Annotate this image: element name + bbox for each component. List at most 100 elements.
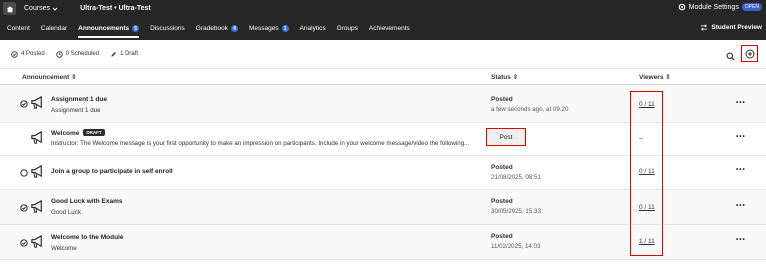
viewers-count[interactable]: 1 / 11 — [639, 238, 655, 245]
tab-label: Calendar — [40, 25, 68, 32]
clock-icon — [55, 50, 63, 58]
megaphone-icon — [31, 95, 42, 109]
more-options-button[interactable]: ••• — [736, 202, 746, 209]
sort-icon: ⇕ — [512, 74, 519, 81]
tab-label: Gradebook — [195, 25, 228, 32]
tab-messages[interactable]: Messages 1 — [249, 17, 289, 40]
add-announcement-button[interactable] — [741, 45, 758, 62]
tab-label: Groups — [336, 25, 358, 32]
viewers-count[interactable]: 0 / 11 — [639, 204, 655, 211]
announcement-title[interactable]: Welcome — [51, 130, 79, 137]
announcement-title[interactable]: Assignment 1 due — [51, 96, 107, 103]
posted-count: 4 Posted — [21, 51, 45, 57]
module-settings-label: Module Settings — [688, 3, 739, 11]
tab-content[interactable]: Content — [7, 17, 30, 40]
tab-label: Analytics — [299, 25, 326, 32]
announcement-preview: Welcome — [51, 245, 77, 252]
plus-circle-icon — [745, 49, 754, 58]
status-text: Posted — [491, 198, 513, 205]
status-date: 30/05/2025, 15:33 — [491, 208, 541, 215]
status-text: Posted — [491, 233, 513, 240]
tab-count-badge: 5 — [132, 25, 140, 32]
top-bar: Courses Ultra-Test • Ultra-Test Module S… — [0, 0, 766, 17]
tab-groups[interactable]: Groups — [337, 17, 358, 40]
search-button[interactable] — [726, 48, 735, 66]
column-label: Announcement — [22, 74, 70, 81]
courses-dropdown[interactable]: Courses — [24, 5, 58, 12]
draft-count: 1 Draft — [120, 51, 139, 57]
radio-icon[interactable] — [20, 169, 28, 177]
scheduled-count: 0 Scheduled — [65, 51, 100, 57]
column-label: Status — [491, 74, 511, 81]
sort-icon: ⇕ — [71, 74, 77, 81]
announcement-preview: Good Luck — [51, 209, 81, 216]
module-settings-button[interactable]: Module Settings OPEN — [678, 3, 762, 11]
megaphone-icon — [31, 130, 42, 144]
tab-label: Achievements — [368, 25, 410, 32]
megaphone-icon — [31, 234, 42, 248]
check-circle-icon — [11, 50, 18, 58]
home-button[interactable] — [3, 2, 16, 15]
posted-check-icon — [20, 204, 28, 212]
viewers-count[interactable]: 0 / 11 — [639, 168, 655, 175]
table-row[interactable]: Good Luck with Exams Good Luck Posted 30… — [0, 190, 766, 225]
chevron-down-icon — [52, 7, 58, 11]
tab-analytics[interactable]: Analytics — [300, 17, 326, 40]
announcement-title[interactable]: Welcome to the Module — [51, 234, 123, 241]
status-date: 21/08/2025, 08:51 — [491, 174, 541, 181]
swap-icon — [701, 24, 708, 31]
open-badge: OPEN — [741, 3, 762, 11]
table-header: Announcement ⇕ Status ⇕ Viewers ⇕ — [0, 69, 766, 85]
post-button-label: Post — [499, 133, 513, 141]
announcement-preview: Instructor: The Welcome message is your … — [51, 140, 470, 147]
tab-label: Content — [7, 25, 30, 32]
tab-label: Discussions — [150, 25, 185, 32]
student-preview-button[interactable]: Student Preview — [700, 24, 762, 31]
tab-discussions[interactable]: Discussions — [150, 17, 185, 40]
tab-label: Messages — [248, 25, 279, 32]
post-button[interactable]: Post — [486, 128, 526, 146]
course-nav: Content Calendar Announcements 5 Discussi… — [0, 17, 766, 40]
viewers-column-header[interactable]: Viewers ⇕ — [639, 73, 671, 81]
megaphone-icon — [31, 164, 42, 178]
tab-label: Announcements — [78, 25, 130, 32]
tab-count-badge: 4 — [230, 25, 238, 32]
status-date: a few seconds ago, at 09.20 — [491, 106, 569, 113]
column-label: Viewers — [639, 74, 664, 81]
announcement-stats: 4 Posted 0 Scheduled 1 Draft — [0, 40, 766, 69]
tab-calendar[interactable]: Calendar — [41, 17, 67, 40]
table-row[interactable]: Assignment 1 due Assignment 1 due Posted… — [0, 86, 766, 123]
megaphone-icon — [31, 199, 42, 213]
home-icon — [6, 5, 13, 12]
student-preview-label: Student Preview — [711, 24, 762, 31]
posted-check-icon — [20, 239, 28, 247]
scheduled-filter[interactable]: 0 Scheduled — [55, 50, 100, 58]
announcement-title[interactable]: Join a group to participate in self enro… — [51, 168, 173, 175]
status-text: Posted — [491, 164, 513, 171]
announcement-column-header[interactable]: Announcement ⇕ — [22, 73, 77, 81]
tab-count-badge: 1 — [281, 25, 289, 32]
status-date: 11/02/2025, 14:03 — [491, 243, 541, 250]
announcement-title[interactable]: Good Luck with Exams — [51, 198, 123, 205]
more-options-button[interactable]: ••• — [736, 133, 746, 140]
sort-icon: ⇕ — [665, 74, 671, 81]
draft-filter[interactable]: 1 Draft — [110, 51, 138, 58]
table-row[interactable]: Welcome DRAFT Instructor: The Welcome mes… — [0, 123, 766, 156]
table-row[interactable]: Join a group to participate in self enro… — [0, 156, 766, 190]
more-options-button[interactable]: ••• — [736, 99, 746, 106]
status-text: Posted — [491, 96, 513, 103]
announcement-preview: Assignment 1 due — [51, 107, 101, 114]
posted-filter[interactable]: 4 Posted — [11, 50, 45, 58]
courses-label: Courses — [24, 5, 51, 12]
viewers-count: -- — [639, 135, 644, 142]
tab-gradebook[interactable]: Gradebook 4 — [196, 17, 238, 40]
table-row[interactable]: Welcome to the Module Welcome Posted 11/… — [0, 225, 766, 260]
tab-announcements[interactable]: Announcements 5 — [78, 17, 140, 40]
more-options-button[interactable]: ••• — [736, 236, 746, 243]
tab-achievements[interactable]: Achievements — [369, 17, 410, 40]
more-options-button[interactable]: ••• — [736, 166, 746, 173]
announcement-title-wrap: Welcome DRAFT — [51, 129, 105, 137]
status-column-header[interactable]: Status ⇕ — [491, 73, 518, 81]
gear-icon — [678, 3, 685, 11]
viewers-count[interactable]: 0 / 11 — [639, 101, 655, 108]
